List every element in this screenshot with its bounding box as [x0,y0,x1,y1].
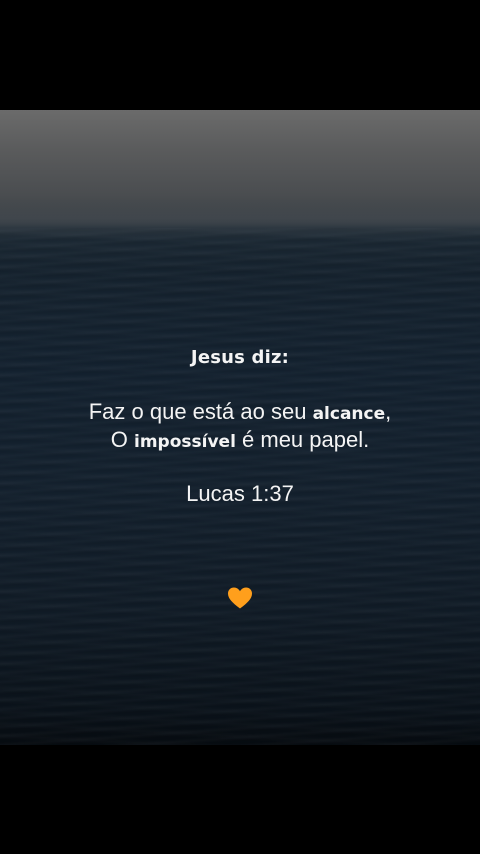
quote-emphasis-alcance: alcance [312,404,386,424]
quote-line-1: Faz o que está ao seu alcance, [0,399,480,427]
quote-line-1-end: , [385,399,392,424]
orange-heart-icon [228,587,252,609]
quote-heading: Jesus diz: [190,347,290,368]
quote-line-2-end: é meu papel. [235,427,370,452]
video-frame: Jesus diz: Faz o que está ao seu alcance… [0,0,480,854]
quote-emphasis-impossivel: impossível [134,432,236,452]
quote-overlay: Jesus diz: Faz o que está ao seu alcance… [0,345,480,507]
quote-line-2-text: O [110,427,134,452]
horizon-haze [0,200,480,240]
scripture-reference: Lucas 1:37 [186,481,294,506]
quote-line-1-text: Faz o que está ao seu [88,399,313,424]
quote-line-2: O impossível é meu papel. [0,427,480,455]
quote-text: Faz o que está ao seu alcance, O impossí… [0,399,480,455]
